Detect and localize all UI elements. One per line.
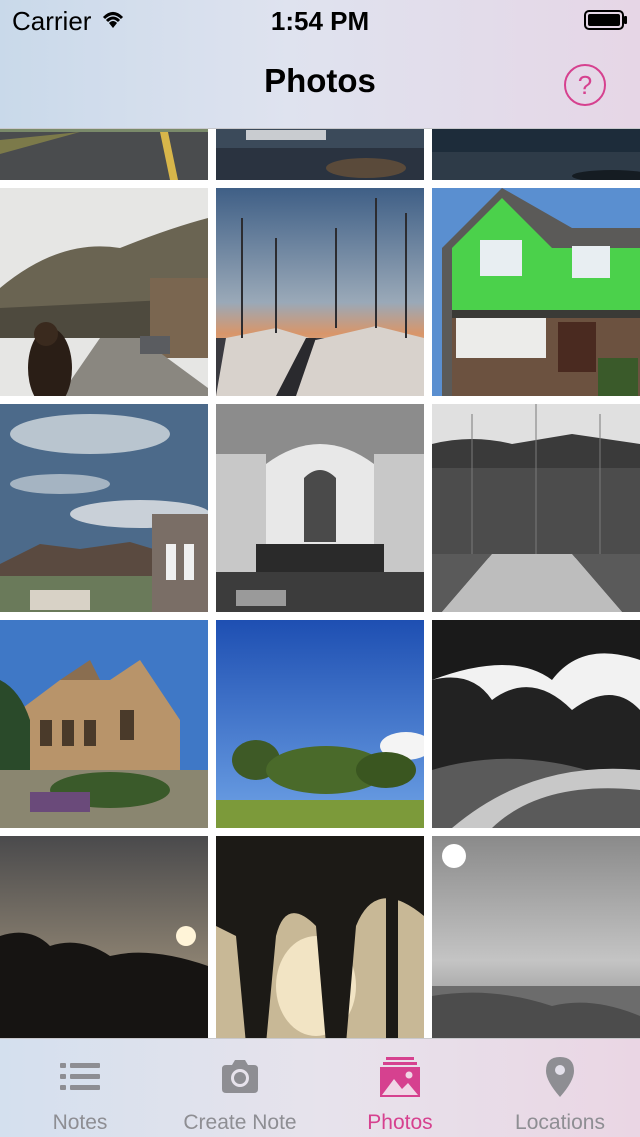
tab-label: Photos — [367, 1111, 433, 1134]
photo-thumbnail[interactable] — [0, 188, 208, 396]
harbor-photo — [216, 128, 424, 180]
photo-thumbnail[interactable] — [216, 836, 424, 1038]
battery-icon — [584, 10, 627, 30]
photo-thumbnail[interactable] — [216, 404, 424, 612]
photo-thumbnail[interactable] — [0, 620, 208, 828]
list-icon — [60, 1063, 100, 1090]
water-photo — [432, 128, 640, 180]
tab-label: Create Note — [183, 1111, 297, 1134]
photo-thumbnail[interactable] — [432, 128, 640, 180]
navigation-bar: Carrier 1:54 PM Photos ? — [0, 0, 640, 129]
tab-label: Notes — [52, 1111, 108, 1134]
page-title: Photos — [264, 62, 376, 99]
photo-thumbnail[interactable] — [216, 128, 424, 180]
tab-bar: Notes Create Note Photos Locations — [0, 1038, 640, 1137]
tab-notes[interactable]: Notes — [0, 1039, 160, 1137]
photo-grid — [0, 128, 640, 1038]
photo-thumbnail[interactable] — [432, 836, 640, 1038]
forest-path-photo — [432, 620, 640, 828]
photo-thumbnail[interactable] — [0, 404, 208, 612]
photo-thumbnail[interactable] — [216, 620, 424, 828]
castro-theatre-photo — [216, 404, 424, 612]
photo-thumbnail[interactable] — [0, 128, 208, 180]
ocean-sun-photo — [432, 836, 640, 1038]
photos-icon — [380, 1057, 420, 1097]
ballfield-photo — [432, 404, 640, 612]
photo-thumbnail[interactable] — [216, 188, 424, 396]
help-button[interactable]: ? — [564, 64, 606, 106]
photo-thumbnail[interactable] — [432, 188, 640, 396]
green-house-photo — [432, 188, 640, 396]
park-trees-photo — [216, 620, 424, 828]
status-time: 1:54 PM — [270, 6, 370, 36]
camera-icon — [222, 1060, 258, 1093]
photo-thumbnail[interactable] — [432, 404, 640, 612]
silhouette-trees-photo — [216, 836, 424, 1038]
bay-view-photo — [0, 404, 208, 612]
marina-sunset-photo — [216, 188, 424, 396]
status-bar: Carrier 1:54 PM — [0, 0, 640, 40]
hillside-street-photo — [0, 188, 208, 396]
stone-building-photo — [0, 620, 208, 828]
sunset-trees-photo — [0, 836, 208, 1038]
photo-thumbnail[interactable] — [432, 620, 640, 828]
tab-photos[interactable]: Photos — [320, 1039, 480, 1137]
road-photo — [0, 128, 208, 180]
map-pin-icon — [546, 1057, 574, 1097]
tab-label: Locations — [515, 1111, 605, 1134]
photo-thumbnail[interactable] — [0, 836, 208, 1038]
tab-locations[interactable]: Locations — [480, 1039, 640, 1137]
tab-create-note[interactable]: Create Note — [160, 1039, 320, 1137]
